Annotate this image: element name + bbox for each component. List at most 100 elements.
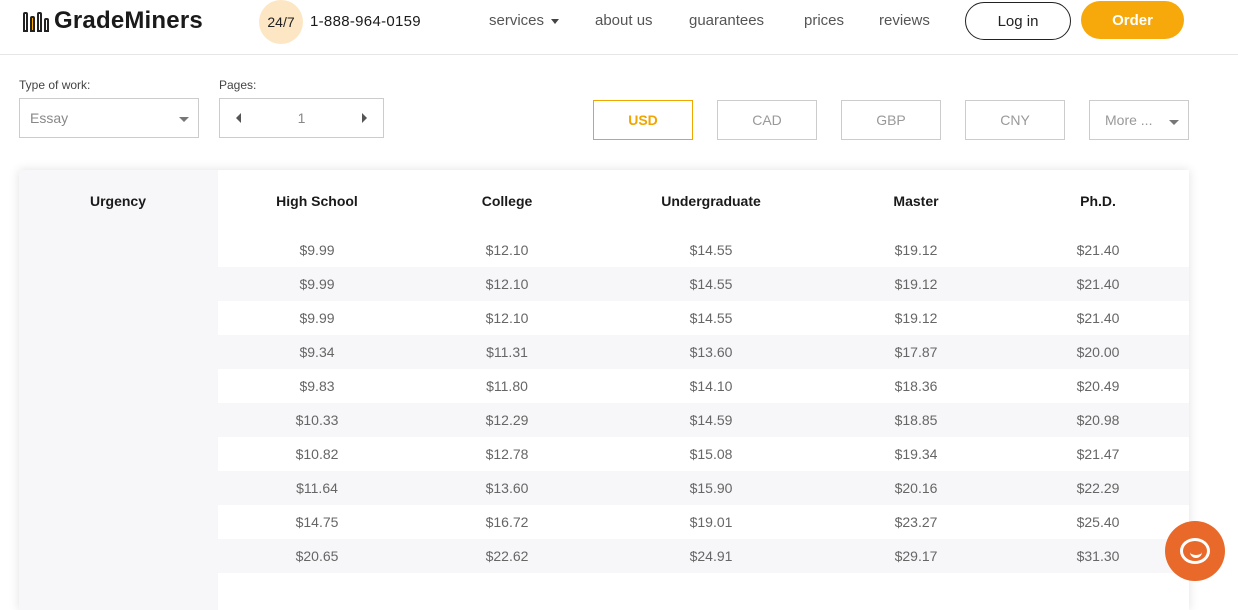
price-cell: $16.72 xyxy=(485,514,529,530)
nav-services[interactable]: services xyxy=(489,12,560,29)
price-cell: $20.98 xyxy=(1076,412,1120,428)
logo-pencils-icon xyxy=(22,10,52,32)
price-cell: $18.36 xyxy=(894,378,938,394)
table-row: $9.83 $11.80 $14.10 $18.36 $20.49 xyxy=(218,369,1189,403)
price-cell: $24.91 xyxy=(689,548,733,564)
table-row: $20.65 $22.62 $24.91 $29.17 $31.30 xyxy=(218,539,1189,573)
nav-reviews[interactable]: reviews xyxy=(879,12,930,29)
chevron-down-icon xyxy=(179,117,189,122)
type-of-work-select[interactable]: Essay xyxy=(19,98,199,138)
header-undergraduate: Undergraduate xyxy=(661,193,761,209)
price-cell: $19.34 xyxy=(894,446,938,462)
price-cell: $10.82 xyxy=(295,446,339,462)
price-cell: $12.29 xyxy=(485,412,529,428)
table-row: $10.33 $12.29 $14.59 $18.85 $20.98 xyxy=(218,403,1189,437)
header-urgency: Urgency xyxy=(89,193,147,209)
chevron-down-icon xyxy=(551,19,560,24)
price-cell: $14.59 xyxy=(689,412,733,428)
pages-value[interactable]: 1 xyxy=(220,110,383,126)
price-table: Urgency High School College Undergraduat… xyxy=(19,170,1189,610)
price-cell: $21.47 xyxy=(1076,446,1120,462)
price-cell: $13.60 xyxy=(689,344,733,360)
price-cell: $18.85 xyxy=(894,412,938,428)
price-cell: $12.78 xyxy=(485,446,529,462)
price-cell: $22.62 xyxy=(485,548,529,564)
currency-cny-button[interactable]: CNY xyxy=(965,100,1065,140)
chevron-down-icon xyxy=(1169,120,1179,125)
support-24-7-badge: 24/7 xyxy=(259,0,303,44)
currency-gbp-button[interactable]: GBP xyxy=(841,100,941,140)
price-cell: $19.12 xyxy=(894,310,938,326)
price-cell: $11.64 xyxy=(296,480,338,496)
header-phd: Ph.D. xyxy=(1080,193,1116,209)
price-cell: $25.40 xyxy=(1076,514,1120,530)
currency-more-select[interactable]: More ... xyxy=(1089,100,1189,140)
phone-number[interactable]: 1-888-964-0159 xyxy=(310,13,421,30)
pages-stepper[interactable]: 1 xyxy=(219,98,384,138)
price-cell: $14.55 xyxy=(689,310,733,326)
price-cell: $12.10 xyxy=(485,310,529,326)
price-cell: $10.33 xyxy=(295,412,339,428)
header-high-school: High School xyxy=(276,193,358,209)
price-cell: $20.00 xyxy=(1076,344,1120,360)
price-cell: $12.10 xyxy=(485,242,529,258)
header-master: Master xyxy=(893,193,939,209)
table-row: $10.82 $12.78 $15.08 $19.34 $21.47 xyxy=(218,437,1189,471)
price-cell: $14.10 xyxy=(689,378,733,394)
nav-prices[interactable]: prices xyxy=(804,12,844,29)
currency-usd-button[interactable]: USD xyxy=(593,100,693,140)
price-cell: $11.80 xyxy=(486,378,528,394)
type-of-work-label: Type of work: xyxy=(19,78,91,92)
nav-about-us[interactable]: about us xyxy=(595,12,653,29)
price-cell: $31.30 xyxy=(1076,548,1120,564)
price-cell: $14.75 xyxy=(295,514,339,530)
price-cell: $11.31 xyxy=(486,344,528,360)
table-row: $14.75 $16.72 $19.01 $23.27 $25.40 xyxy=(218,505,1189,539)
type-of-work-value: Essay xyxy=(30,110,69,126)
price-cell: $21.40 xyxy=(1076,276,1120,292)
price-cell: $19.12 xyxy=(894,242,938,258)
table-row: $9.99 $12.10 $14.55 $19.12 $21.40 xyxy=(218,301,1189,335)
price-cell: $29.17 xyxy=(894,548,938,564)
price-cell: $19.12 xyxy=(894,276,938,292)
price-cell: $22.29 xyxy=(1076,480,1120,496)
price-cell: $9.99 xyxy=(299,242,335,258)
price-cell: $20.49 xyxy=(1076,378,1120,394)
currency-more-label: More ... xyxy=(1105,112,1153,128)
nav-guarantees[interactable]: guarantees xyxy=(689,12,764,29)
site-header: GradeMiners 24/7 1-888-964-0159 services… xyxy=(0,0,1238,55)
price-cell: $15.90 xyxy=(689,480,733,496)
price-cell: $19.01 xyxy=(689,514,733,530)
price-cell: $9.99 xyxy=(299,276,335,292)
price-cell: $20.65 xyxy=(295,548,339,564)
order-button[interactable]: Order xyxy=(1081,1,1184,39)
header-college: College xyxy=(481,193,533,209)
chat-button[interactable] xyxy=(1165,521,1225,581)
price-cell: $23.27 xyxy=(894,514,938,530)
currency-cad-button[interactable]: CAD xyxy=(717,100,817,140)
table-row: $9.99 $12.10 $14.55 $19.12 $21.40 xyxy=(218,233,1189,267)
increase-arrow-icon[interactable] xyxy=(362,113,367,123)
urgency-column xyxy=(19,170,218,610)
table-row: $9.34 $11.31 $13.60 $17.87 $20.00 xyxy=(218,335,1189,369)
nav-services-label: services xyxy=(489,12,545,29)
price-cell: $17.87 xyxy=(894,344,938,360)
price-cell: $14.55 xyxy=(689,242,733,258)
price-cell: $9.99 xyxy=(299,310,335,326)
price-cell: $21.40 xyxy=(1076,242,1120,258)
price-cell: $20.16 xyxy=(894,480,938,496)
login-button[interactable]: Log in xyxy=(965,2,1071,40)
price-cell: $9.83 xyxy=(299,378,335,394)
price-cell: $21.40 xyxy=(1076,310,1120,326)
chat-icon xyxy=(1180,538,1210,564)
price-cell: $9.34 xyxy=(299,344,335,360)
price-cell: $14.55 xyxy=(689,276,733,292)
pages-label: Pages: xyxy=(219,78,257,92)
logo-text: GradeMiners xyxy=(54,7,203,34)
logo[interactable]: GradeMiners xyxy=(22,7,203,34)
table-row: $11.64 $13.60 $15.90 $20.16 $22.29 xyxy=(218,471,1189,505)
price-cell: $13.60 xyxy=(485,480,529,496)
table-row: $9.99 $12.10 $14.55 $19.12 $21.40 xyxy=(218,267,1189,301)
price-cell: $12.10 xyxy=(485,276,529,292)
price-cell: $15.08 xyxy=(689,446,733,462)
